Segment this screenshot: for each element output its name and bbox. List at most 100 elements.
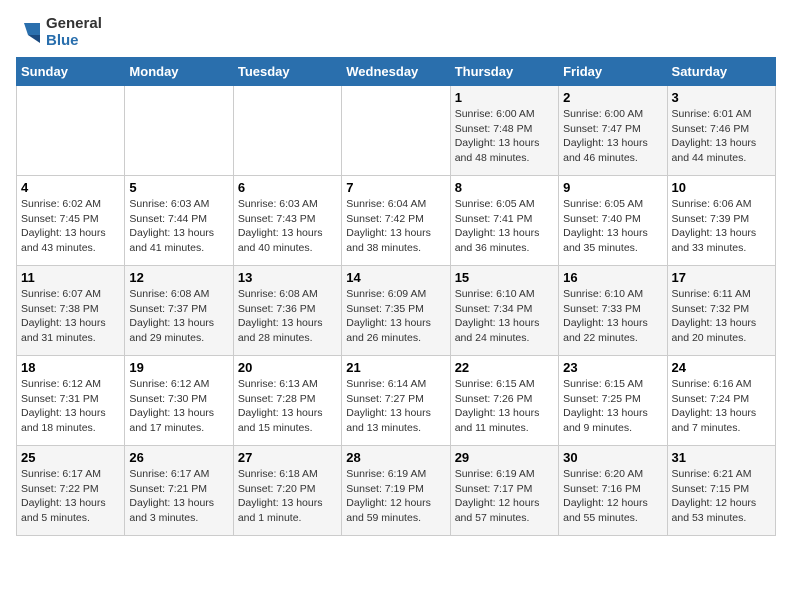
day-info: Sunrise: 6:18 AM Sunset: 7:20 PM Dayligh… [238, 467, 337, 526]
day-info: Sunrise: 6:15 AM Sunset: 7:26 PM Dayligh… [455, 377, 554, 436]
header-thursday: Thursday [450, 58, 558, 86]
calendar-cell: 24 Sunrise: 6:16 AM Sunset: 7:24 PM Dayli… [667, 356, 775, 446]
calendar-cell: 9Sunrise: 6:05 AM Sunset: 7:40 PM Daylig… [559, 176, 667, 266]
day-info: Sunrise: 6:17 AM Sunset: 7:21 PM Dayligh… [129, 467, 228, 526]
day-number: 21 [346, 360, 445, 375]
day-info: Sunrise: 6:06 AM Sunset: 7:39 PM Dayligh… [672, 197, 771, 256]
week-row-5: 25 Sunrise: 6:17 AM Sunset: 7:22 PM Dayli… [17, 446, 776, 536]
day-info: Sunrise: 6:05 AM Sunset: 7:41 PM Dayligh… [455, 197, 554, 256]
day-info: Sunrise: 6:15 AM Sunset: 7:25 PM Dayligh… [563, 377, 662, 436]
calendar-cell [233, 86, 341, 176]
day-number: 30 [563, 450, 662, 465]
day-number: 3 [672, 90, 771, 105]
day-info: Sunrise: 6:21 AM Sunset: 7:15 PM Dayligh… [672, 467, 771, 526]
calendar-cell: 11 Sunrise: 6:07 AM Sunset: 7:38 PM Dayli… [17, 266, 125, 356]
day-info: Sunrise: 6:11 AM Sunset: 7:32 PM Dayligh… [672, 287, 771, 346]
calendar-cell: 12 Sunrise: 6:08 AM Sunset: 7:37 PM Dayli… [125, 266, 233, 356]
day-info: Sunrise: 6:17 AM Sunset: 7:22 PM Dayligh… [21, 467, 120, 526]
day-number: 31 [672, 450, 771, 465]
day-info: Sunrise: 6:10 AM Sunset: 7:33 PM Dayligh… [563, 287, 662, 346]
calendar-table: SundayMondayTuesdayWednesdayThursdayFrid… [16, 57, 776, 536]
day-number: 26 [129, 450, 228, 465]
day-number: 27 [238, 450, 337, 465]
calendar-cell: 21 Sunrise: 6:14 AM Sunset: 7:27 PM Dayli… [342, 356, 450, 446]
day-number: 11 [21, 270, 120, 285]
calendar-cell: 18 Sunrise: 6:12 AM Sunset: 7:31 PM Dayli… [17, 356, 125, 446]
day-number: 4 [21, 180, 120, 195]
calendar-cell: 16 Sunrise: 6:10 AM Sunset: 7:33 PM Dayli… [559, 266, 667, 356]
header-sunday: Sunday [17, 58, 125, 86]
calendar-cell: 10 Sunrise: 6:06 AM Sunset: 7:39 PM Dayli… [667, 176, 775, 266]
day-info: Sunrise: 6:19 AM Sunset: 7:19 PM Dayligh… [346, 467, 445, 526]
day-info: Sunrise: 6:13 AM Sunset: 7:28 PM Dayligh… [238, 377, 337, 436]
calendar-cell: 30 Sunrise: 6:20 AM Sunset: 7:16 PM Dayli… [559, 446, 667, 536]
day-info: Sunrise: 6:07 AM Sunset: 7:38 PM Dayligh… [21, 287, 120, 346]
header-saturday: Saturday [667, 58, 775, 86]
calendar-cell: 5 Sunrise: 6:03 AM Sunset: 7:44 PM Daylig… [125, 176, 233, 266]
calendar-cell: 26 Sunrise: 6:17 AM Sunset: 7:21 PM Dayli… [125, 446, 233, 536]
day-number: 19 [129, 360, 228, 375]
calendar-cell: 19 Sunrise: 6:12 AM Sunset: 7:30 PM Dayli… [125, 356, 233, 446]
day-number: 2 [563, 90, 662, 105]
calendar-cell: 3Sunrise: 6:01 AM Sunset: 7:46 PM Daylig… [667, 86, 775, 176]
day-number: 14 [346, 270, 445, 285]
calendar-cell: 22 Sunrise: 6:15 AM Sunset: 7:26 PM Dayli… [450, 356, 558, 446]
day-info: Sunrise: 6:03 AM Sunset: 7:43 PM Dayligh… [238, 197, 337, 256]
day-info: Sunrise: 6:20 AM Sunset: 7:16 PM Dayligh… [563, 467, 662, 526]
day-info: Sunrise: 6:00 AM Sunset: 7:48 PM Dayligh… [455, 107, 554, 166]
day-number: 22 [455, 360, 554, 375]
day-info: Sunrise: 6:02 AM Sunset: 7:45 PM Dayligh… [21, 197, 120, 256]
day-number: 23 [563, 360, 662, 375]
day-info: Sunrise: 6:16 AM Sunset: 7:24 PM Dayligh… [672, 377, 771, 436]
week-row-4: 18 Sunrise: 6:12 AM Sunset: 7:31 PM Dayli… [17, 356, 776, 446]
week-row-1: 1 Sunrise: 6:00 AM Sunset: 7:48 PM Daylig… [17, 86, 776, 176]
calendar-cell: 6Sunrise: 6:03 AM Sunset: 7:43 PM Daylig… [233, 176, 341, 266]
header-tuesday: Tuesday [233, 58, 341, 86]
day-info: Sunrise: 6:12 AM Sunset: 7:30 PM Dayligh… [129, 377, 228, 436]
calendar-cell: 17 Sunrise: 6:11 AM Sunset: 7:32 PM Dayli… [667, 266, 775, 356]
day-number: 16 [563, 270, 662, 285]
calendar-cell: 23 Sunrise: 6:15 AM Sunset: 7:25 PM Dayli… [559, 356, 667, 446]
header-monday: Monday [125, 58, 233, 86]
day-number: 18 [21, 360, 120, 375]
calendar-cell: 20 Sunrise: 6:13 AM Sunset: 7:28 PM Dayli… [233, 356, 341, 446]
day-number: 20 [238, 360, 337, 375]
calendar-cell [125, 86, 233, 176]
calendar-cell [17, 86, 125, 176]
day-info: Sunrise: 6:08 AM Sunset: 7:37 PM Dayligh… [129, 287, 228, 346]
calendar-cell: 15Sunrise: 6:10 AM Sunset: 7:34 PM Dayli… [450, 266, 558, 356]
calendar-cell: 2 Sunrise: 6:00 AM Sunset: 7:47 PM Daylig… [559, 86, 667, 176]
calendar-cell: 1 Sunrise: 6:00 AM Sunset: 7:48 PM Daylig… [450, 86, 558, 176]
calendar-cell [342, 86, 450, 176]
day-number: 24 [672, 360, 771, 375]
day-info: Sunrise: 6:00 AM Sunset: 7:47 PM Dayligh… [563, 107, 662, 166]
day-number: 10 [672, 180, 771, 195]
calendar-cell: 4 Sunrise: 6:02 AM Sunset: 7:45 PM Daylig… [17, 176, 125, 266]
day-number: 12 [129, 270, 228, 285]
calendar-cell: 27 Sunrise: 6:18 AM Sunset: 7:20 PM Dayli… [233, 446, 341, 536]
calendar-cell: 13Sunrise: 6:08 AM Sunset: 7:36 PM Dayli… [233, 266, 341, 356]
calendar-cell: 14 Sunrise: 6:09 AM Sunset: 7:35 PM Dayli… [342, 266, 450, 356]
logo: General Blue [16, 16, 102, 49]
day-info: Sunrise: 6:09 AM Sunset: 7:35 PM Dayligh… [346, 287, 445, 346]
day-number: 25 [21, 450, 120, 465]
day-number: 9 [563, 180, 662, 195]
header-friday: Friday [559, 58, 667, 86]
header-wednesday: Wednesday [342, 58, 450, 86]
week-row-3: 11 Sunrise: 6:07 AM Sunset: 7:38 PM Dayli… [17, 266, 776, 356]
day-info: Sunrise: 6:04 AM Sunset: 7:42 PM Dayligh… [346, 197, 445, 256]
calendar-cell: 7Sunrise: 6:04 AM Sunset: 7:42 PM Daylig… [342, 176, 450, 266]
day-info: Sunrise: 6:12 AM Sunset: 7:31 PM Dayligh… [21, 377, 120, 436]
day-number: 5 [129, 180, 228, 195]
day-number: 1 [455, 90, 554, 105]
logo-text: General Blue [46, 16, 102, 49]
day-info: Sunrise: 6:03 AM Sunset: 7:44 PM Dayligh… [129, 197, 228, 256]
day-number: 15 [455, 270, 554, 285]
calendar-cell: 31 Sunrise: 6:21 AM Sunset: 7:15 PM Dayli… [667, 446, 775, 536]
week-row-2: 4 Sunrise: 6:02 AM Sunset: 7:45 PM Daylig… [17, 176, 776, 266]
day-info: Sunrise: 6:14 AM Sunset: 7:27 PM Dayligh… [346, 377, 445, 436]
day-number: 17 [672, 270, 771, 285]
day-number: 13 [238, 270, 337, 285]
calendar-cell: 29Sunrise: 6:19 AM Sunset: 7:17 PM Dayli… [450, 446, 558, 536]
logo-mark [16, 23, 40, 43]
